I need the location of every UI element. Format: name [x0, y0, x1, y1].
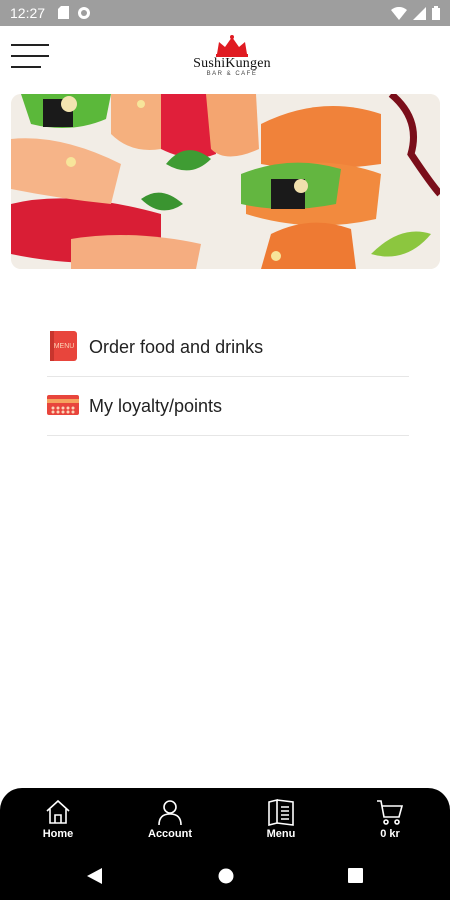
hamburger-line [11, 44, 49, 46]
order-food-label: Order food and drinks [89, 337, 264, 357]
tab-account[interactable]: Account [130, 798, 210, 846]
sd-card-icon [58, 6, 69, 19]
brand-logo: SushiKungen BAR & CAFÉ [180, 34, 284, 78]
tab-menu-label: Menu [266, 828, 296, 840]
bottom-tab-bar: Home Account Menu 0 kr [0, 788, 450, 900]
nav-back-button[interactable] [87, 868, 103, 884]
logo-text: SushiKungen [193, 56, 271, 71]
order-food-item[interactable]: MENU Order food and drinks [47, 318, 409, 377]
loyalty-points-label: My loyalty/points [89, 396, 223, 416]
account-icon [158, 800, 182, 826]
tab-home-label: Home [42, 828, 74, 840]
cart-icon [377, 800, 404, 825]
status-bar: 12:27 [0, 0, 450, 26]
loyalty-points-item[interactable]: My loyalty/points [47, 377, 409, 436]
tab-home[interactable]: Home [18, 798, 98, 846]
hamburger-menu-button[interactable] [11, 44, 49, 70]
tab-menu[interactable]: Menu [241, 798, 321, 846]
hamburger-line [11, 55, 49, 57]
menu-icon [268, 798, 294, 826]
tab-cart[interactable]: 0 kr [350, 798, 430, 846]
app-header: SushiKungen BAR & CAFÉ [0, 26, 450, 86]
logo-subtext: BAR & CAFÉ [206, 71, 258, 77]
home-menu-list: MENU Order food and drinks My loyalty/po… [47, 318, 409, 436]
status-time: 12:27 [10, 5, 46, 21]
svg-text:MENU: MENU [54, 343, 75, 350]
loyalty-card-icon [47, 395, 79, 415]
nav-recents-button[interactable] [348, 868, 363, 883]
signal-icon [413, 6, 426, 20]
battery-icon [432, 6, 440, 20]
nav-home-button[interactable] [218, 868, 234, 884]
wifi-icon [391, 6, 407, 20]
home-icon [46, 799, 70, 824]
tab-account-label: Account [148, 828, 192, 840]
sushi-illustration [11, 94, 440, 269]
sync-icon [78, 7, 90, 19]
cart-total-label: 0 kr [380, 828, 400, 840]
hamburger-line [11, 66, 41, 68]
menu-book-icon: MENU [50, 331, 77, 361]
hero-sushi-image [11, 94, 440, 269]
crown-icon [216, 35, 248, 57]
